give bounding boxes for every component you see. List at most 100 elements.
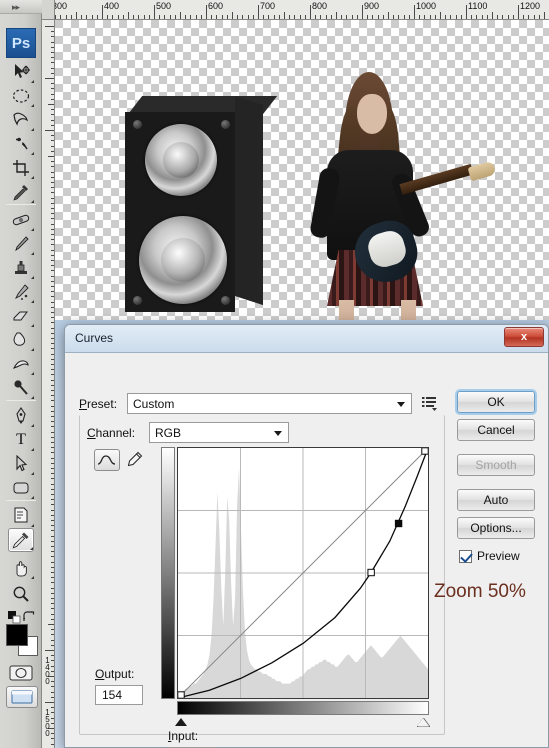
hand-tool[interactable] xyxy=(8,556,34,580)
elliptical-marquee-tool[interactable] xyxy=(8,84,34,108)
preview-checkbox[interactable]: Preview xyxy=(459,549,520,563)
ruler-minor-tick xyxy=(51,639,54,641)
ruler-minor-tick xyxy=(51,265,54,267)
close-button[interactable]: x xyxy=(504,327,544,347)
tool-more-triangle-icon xyxy=(31,104,34,107)
gradient-tool[interactable] xyxy=(8,328,34,352)
color-sampler-tool[interactable] xyxy=(8,528,34,552)
ruler-major-tick xyxy=(45,130,54,131)
ruler-minor-tick xyxy=(51,556,54,558)
ruler-major-tick xyxy=(414,5,415,19)
channel-select[interactable]: RGB xyxy=(149,422,289,443)
ruler-minor-tick xyxy=(221,15,223,19)
dodge-tool[interactable] xyxy=(8,376,34,400)
tool-more-triangle-icon xyxy=(31,448,34,451)
ruler-minor-tick xyxy=(471,15,473,19)
ruler-minor-tick xyxy=(51,187,54,189)
preset-select[interactable]: Custom xyxy=(127,393,412,414)
color-swatches[interactable] xyxy=(6,624,38,656)
eraser-tool[interactable] xyxy=(8,304,34,328)
tool-more-triangle-icon xyxy=(31,300,34,303)
tools-panel[interactable]: ▸▸ Ps T xyxy=(0,0,42,748)
healing-brush-tool[interactable] xyxy=(8,208,34,232)
ruler-minor-tick xyxy=(341,15,343,19)
ruler-minor-tick xyxy=(51,275,54,277)
curve-control-point[interactable] xyxy=(394,519,403,528)
pen-tool[interactable] xyxy=(8,404,34,428)
checkbox-box xyxy=(459,549,472,563)
curve-control-point[interactable] xyxy=(178,691,185,698)
guitarist-figure xyxy=(283,72,497,342)
ruler-minor-tick xyxy=(51,218,54,220)
ruler-minor-tick xyxy=(528,15,530,19)
ruler-minor-tick xyxy=(51,213,54,215)
ruler-minor-tick xyxy=(51,270,54,272)
edit-points-tool-icon[interactable] xyxy=(94,449,120,471)
ruler-minor-tick xyxy=(51,228,54,230)
curve-graph[interactable] xyxy=(177,447,429,699)
draw-pencil-tool-icon[interactable] xyxy=(123,449,145,471)
dialog-title-bar[interactable]: Curves x xyxy=(65,325,548,353)
brush-tool[interactable] xyxy=(8,232,34,256)
curves-dialog[interactable]: Curves x Preset: Custom Channel: RGB Out… xyxy=(64,324,549,748)
photoshop-window: 300 400 500 600 700 800 900 1000 1100 1200 1400 15… xyxy=(0,0,549,748)
input-label: Input: xyxy=(168,729,199,743)
ruler-minor-tick xyxy=(51,644,54,646)
notes-tool[interactable] xyxy=(8,504,34,528)
options-button[interactable]: Options... xyxy=(457,517,535,539)
clone-stamp-tool[interactable] xyxy=(8,256,34,280)
vertical-ruler[interactable]: 1400 1500 xyxy=(42,20,55,748)
magic-wand-tool[interactable] xyxy=(8,132,34,156)
ruler-major-tick xyxy=(45,26,54,27)
ruler-minor-tick xyxy=(273,15,275,19)
ruler-minor-tick xyxy=(51,176,54,178)
ok-button[interactable]: OK xyxy=(457,391,535,413)
crop-tool[interactable] xyxy=(8,156,34,180)
move-tool[interactable] xyxy=(8,60,34,84)
black-point-slider[interactable] xyxy=(175,718,187,726)
output-field[interactable]: 154 xyxy=(95,685,143,705)
ruler-minor-tick xyxy=(51,488,54,490)
collapse-arrows-icon[interactable]: ▸▸ xyxy=(12,3,20,12)
ruler-label: 900 xyxy=(364,1,380,11)
ruler-minor-tick xyxy=(336,12,337,19)
ruler-minor-tick xyxy=(112,15,114,19)
ruler-minor-tick xyxy=(372,15,374,19)
cancel-button[interactable]: Cancel xyxy=(457,419,535,441)
path-selection-tool[interactable] xyxy=(8,452,34,476)
eyedropper-tool[interactable] xyxy=(8,180,34,204)
ruler-minor-tick xyxy=(51,343,54,345)
lasso-tool[interactable] xyxy=(8,108,34,132)
speaker-screw xyxy=(221,296,230,305)
ruler-minor-tick xyxy=(51,93,54,95)
ruler-minor-tick xyxy=(51,301,54,303)
ruler-minor-tick xyxy=(51,317,54,319)
type-tool[interactable]: T xyxy=(8,428,34,452)
ruler-minor-tick xyxy=(51,312,54,313)
screen-mode-icon[interactable] xyxy=(6,686,38,708)
ruler-minor-tick xyxy=(51,561,54,563)
white-point-slider[interactable] xyxy=(417,718,430,727)
dialog-title: Curves xyxy=(75,331,114,345)
ruler-minor-tick xyxy=(143,15,145,19)
horizontal-ruler[interactable]: 300 400 500 600 700 800 900 1000 1100 1200 xyxy=(42,0,549,20)
curve-control-point[interactable] xyxy=(367,568,375,577)
tools-panel-grip[interactable]: ▸▸ xyxy=(0,0,42,14)
ruler-minor-tick xyxy=(51,566,54,568)
output-gradient-strip xyxy=(161,447,175,699)
ruler-minor-tick xyxy=(51,608,54,610)
tool-more-triangle-icon xyxy=(31,152,34,155)
blur-tool[interactable] xyxy=(8,352,34,376)
rectangle-tool[interactable] xyxy=(8,476,34,500)
quick-mask-toggle-icon[interactable] xyxy=(8,662,34,684)
ruler-minor-tick xyxy=(51,98,54,100)
history-brush-tool[interactable] xyxy=(8,280,34,304)
foreground-color-swatch[interactable] xyxy=(6,624,28,646)
ruler-minor-tick xyxy=(232,12,233,19)
tool-more-triangle-icon xyxy=(31,372,34,375)
curve-control-point[interactable] xyxy=(421,448,428,455)
auto-button[interactable]: Auto xyxy=(457,489,535,511)
preset-options-icon[interactable] xyxy=(422,396,437,414)
zoom-tool[interactable] xyxy=(8,582,34,606)
ruler-label: 700 xyxy=(260,1,276,11)
